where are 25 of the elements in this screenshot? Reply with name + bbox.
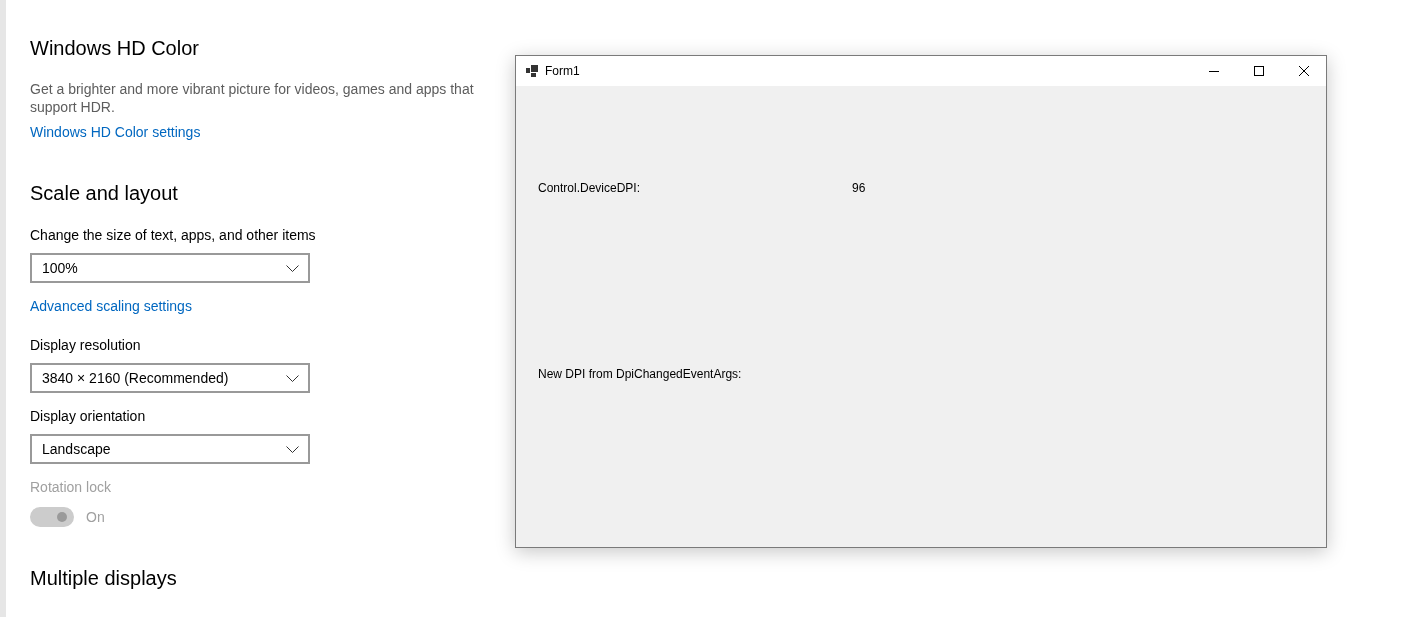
field-label: Change the size of text, apps, and other items	[30, 226, 317, 245]
app-icon	[526, 65, 538, 77]
maximize-icon	[1253, 66, 1264, 76]
minimize-icon	[1208, 70, 1219, 72]
section-heading: Multiple displays	[30, 566, 178, 591]
section-heading: Scale and layout	[30, 181, 179, 206]
description-text: Get a brighter and more vibrant picture for videos, games and apps that support HDR.	[30, 80, 475, 116]
label-text: Control.DeviceDPI:	[538, 181, 642, 195]
close-icon	[1298, 66, 1309, 76]
section-heading: Windows HD Color	[30, 36, 200, 61]
dropdown[interactable]: 100%	[30, 253, 310, 283]
window-title: Form1	[545, 64, 580, 78]
value-text: 96	[852, 181, 866, 195]
settings-link[interactable]: Windows HD Color settings	[30, 122, 201, 142]
chevron-down-icon	[286, 374, 299, 382]
field-label: Rotation lock	[30, 478, 112, 497]
settings-link[interactable]: Advanced scaling settings	[30, 296, 192, 316]
label-text: New DPI from DpiChangedEventArgs:	[538, 367, 743, 381]
chevron-down-icon	[286, 264, 299, 272]
field-label: Display orientation	[30, 407, 147, 426]
toggle-state-text: On	[86, 508, 105, 527]
field-label: Display resolution	[30, 336, 142, 355]
chevron-down-icon	[286, 445, 299, 453]
dropdown[interactable]: 3840 × 2160 (Recommended)	[30, 363, 310, 393]
dropdown[interactable]: Landscape	[30, 434, 310, 464]
